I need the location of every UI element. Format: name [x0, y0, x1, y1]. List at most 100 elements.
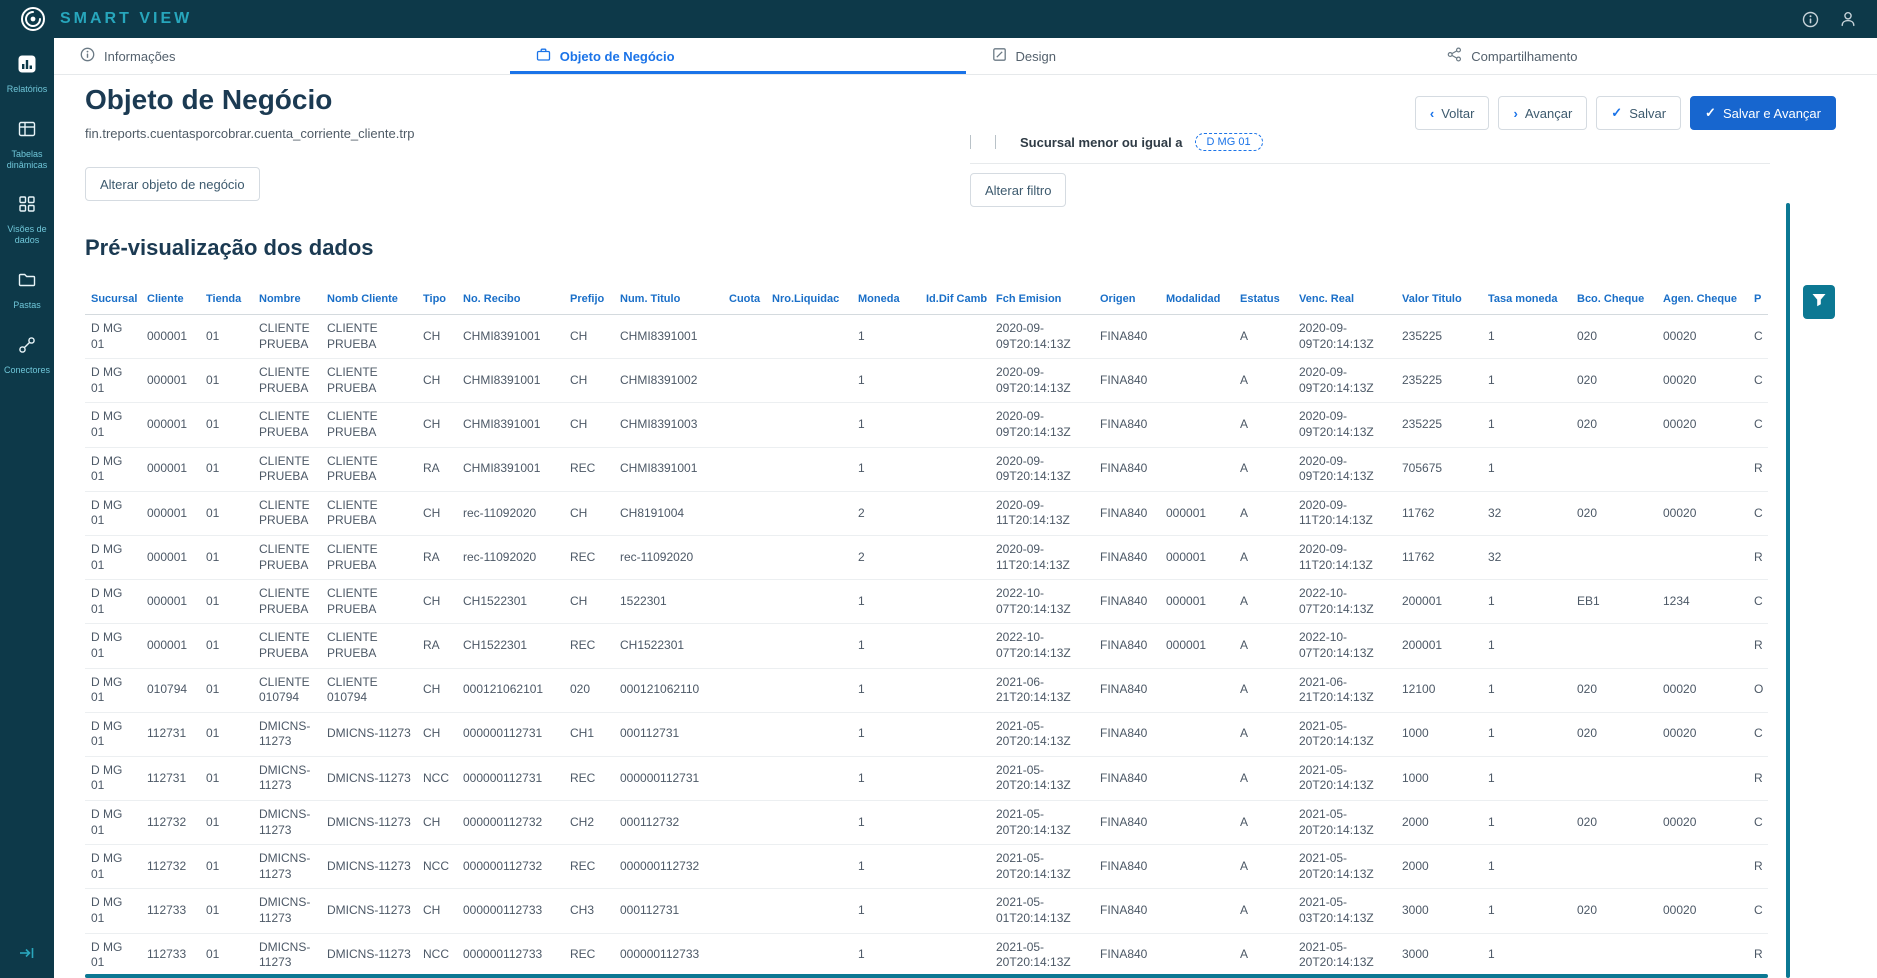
sidebar-item-visoes-de-dados[interactable]: Visões de dados [0, 194, 54, 246]
table-cell: 00020 [1657, 668, 1748, 713]
table-row[interactable]: D MG 01 000001 01 CLIENTE PRUEBA CLIENTE PRU… [85, 447, 1768, 492]
sidebar: Relatórios Tabelas dinâmicas Visões de d… [0, 38, 54, 978]
table-cell: 1 [1482, 402, 1571, 448]
column-header[interactable]: Nombre [253, 283, 321, 315]
table-row[interactable]: D MG 01 112731 01 DMICNS-11273 DMICNS-11273 N… [85, 756, 1768, 802]
table-cell: 112733 [141, 888, 200, 934]
back-button[interactable]: ‹ Voltar [1414, 96, 1490, 130]
table-cell [1571, 756, 1657, 802]
column-header[interactable]: Cuota [723, 283, 766, 315]
table-cell: 1 [852, 358, 920, 404]
table-row[interactable]: D MG 01 112732 01 DMICNS-11273 DMICNS-11273 C… [85, 800, 1768, 846]
sidebar-item-conectores[interactable]: Conectores [0, 335, 54, 376]
table-cell: FINA840 [1094, 402, 1160, 448]
table-cell [766, 579, 852, 625]
column-header[interactable]: Bco. Cheque [1571, 283, 1657, 315]
table-row[interactable]: D MG 01 000001 01 CLIENTE PRUEBA CLIENTE PRU… [85, 491, 1768, 536]
column-header[interactable]: Nomb Cliente [321, 283, 417, 315]
table-row[interactable]: D MG 01 112732 01 DMICNS-11273 DMICNS-11273 N… [85, 844, 1768, 890]
table-cell [723, 447, 766, 492]
column-header[interactable]: No. Recibo [457, 283, 564, 315]
table-cell: D MG 01 [85, 800, 141, 846]
save-button[interactable]: ✓ Salvar [1596, 96, 1682, 130]
table-cell: 020 [1571, 402, 1657, 448]
column-header[interactable]: Sucursal [85, 283, 141, 315]
column-header[interactable]: Valor Titulo [1396, 283, 1482, 315]
table-row[interactable]: D MG 01 112733 01 DMICNS-11273 DMICNS-11273 N… [85, 933, 1768, 978]
table-cell: FINA840 [1094, 888, 1160, 934]
chevron-right-icon: › [1513, 105, 1518, 121]
tab-informacoes[interactable]: Informações [54, 38, 510, 74]
table-row[interactable]: D MG 01 000001 01 CLIENTE PRUEBA CLIENTE PRU… [85, 579, 1768, 625]
column-header[interactable]: Tienda [200, 283, 253, 315]
table-cell: 112731 [141, 756, 200, 802]
column-header[interactable]: Cliente [141, 283, 200, 315]
table-cell: 1 [1482, 800, 1571, 846]
briefcase-icon [536, 47, 551, 65]
table-cell: 11762 [1396, 491, 1482, 536]
table-cell: CLIENTE PRUEBA [253, 491, 321, 536]
table-cell: CLIENTE PRUEBA [321, 402, 417, 448]
table-cell: 2021-05-20T20:14:13Z [1293, 933, 1396, 978]
table-cell [1160, 800, 1234, 846]
table-cell: 1 [1482, 756, 1571, 802]
column-header[interactable]: Tipo [417, 283, 457, 315]
table-cell [920, 535, 990, 581]
table-cell: 000000112733 [457, 933, 564, 978]
table-cell: A [1234, 668, 1293, 713]
table-row[interactable]: D MG 01 000001 01 CLIENTE PRUEBA CLIENTE PRU… [85, 623, 1768, 669]
column-header[interactable]: Moneda [852, 283, 920, 315]
vertical-scrollbar[interactable] [1786, 203, 1790, 978]
table-row[interactable]: D MG 01 000001 01 CLIENTE PRUEBA CLIENTE PRU… [85, 535, 1768, 581]
user-icon[interactable] [1839, 10, 1857, 28]
table-cell: 000001 [141, 623, 200, 669]
column-header[interactable]: Nro.Liquidac [766, 283, 852, 315]
column-header[interactable]: Id.Dif Camb [920, 283, 990, 315]
table-cell: FINA840 [1094, 933, 1160, 978]
table-row[interactable]: D MG 01 000001 01 CLIENTE PRUEBA CLIENTE PRU… [85, 358, 1768, 404]
info-icon[interactable] [1802, 11, 1819, 28]
horizontal-scrollbar[interactable] [85, 974, 1768, 978]
sidebar-item-relatorios[interactable]: Relatórios [0, 54, 54, 95]
table-cell: 1 [852, 800, 920, 846]
table-cell: C [1748, 579, 1768, 625]
sidebar-item-tabelas-dinamicas[interactable]: Tabelas dinâmicas [0, 119, 54, 171]
table-cell: R [1748, 535, 1768, 581]
table-row[interactable]: D MG 01 112731 01 DMICNS-11273 DMICNS-11273 C… [85, 712, 1768, 757]
column-header[interactable]: Prefijo [564, 283, 614, 315]
sidebar-collapse-button[interactable] [0, 945, 54, 966]
table-cell: RA [417, 623, 457, 669]
page-subtitle: fin.treports.cuentasporcobrar.cuenta_cor… [85, 126, 415, 141]
table-row[interactable]: D MG 01 112733 01 DMICNS-11273 DMICNS-11273 C… [85, 888, 1768, 934]
table-cell [1571, 535, 1657, 581]
column-header[interactable]: Agen. Cheque [1657, 283, 1748, 315]
table-cell [766, 535, 852, 581]
table-cell: 01 [200, 668, 253, 713]
column-header[interactable]: Origen [1094, 283, 1160, 315]
column-header[interactable]: P [1748, 283, 1768, 315]
column-header[interactable]: Fch Emision [990, 283, 1094, 315]
tab-label: Compartilhamento [1471, 48, 1578, 64]
column-header[interactable]: Estatus [1234, 283, 1293, 315]
tab-design[interactable]: Design [966, 38, 1422, 74]
change-business-object-button[interactable]: Alterar objeto de negócio [85, 167, 260, 201]
column-header[interactable]: Num. Titulo [614, 283, 723, 315]
table-filter-button[interactable] [1803, 285, 1835, 319]
save-and-forward-button[interactable]: ✓ Salvar e Avançar [1690, 96, 1836, 130]
table-cell: FINA840 [1094, 579, 1160, 625]
forward-button[interactable]: › Avançar [1498, 96, 1588, 130]
tab-compartilhamento[interactable]: Compartilhamento [1421, 38, 1877, 74]
change-filter-button[interactable]: Alterar filtro [970, 173, 1067, 207]
table-row[interactable]: D MG 01 000001 01 CLIENTE PRUEBA CLIENTE PRU… [85, 402, 1768, 448]
table-cell: 2020-09-09T20:14:13Z [990, 402, 1094, 448]
table-row[interactable]: D MG 01 000001 01 CLIENTE PRUEBA CLIENTE PRU… [85, 314, 1768, 360]
sidebar-item-pastas[interactable]: Pastas [0, 270, 54, 311]
filter-value-chip[interactable]: D MG 01 [1194, 133, 1263, 151]
column-header[interactable]: Venc. Real [1293, 283, 1396, 315]
table-cell: 00020 [1657, 888, 1748, 934]
column-header[interactable]: Modalidad [1160, 283, 1234, 315]
column-header[interactable]: Tasa moneda [1482, 283, 1571, 315]
tab-objeto-de-negocio[interactable]: Objeto de Negócio [510, 38, 966, 74]
app-logo-icon[interactable] [20, 6, 46, 32]
table-row[interactable]: D MG 01 010794 01 CLIENTE 010794 CLIENTE 010… [85, 668, 1768, 713]
